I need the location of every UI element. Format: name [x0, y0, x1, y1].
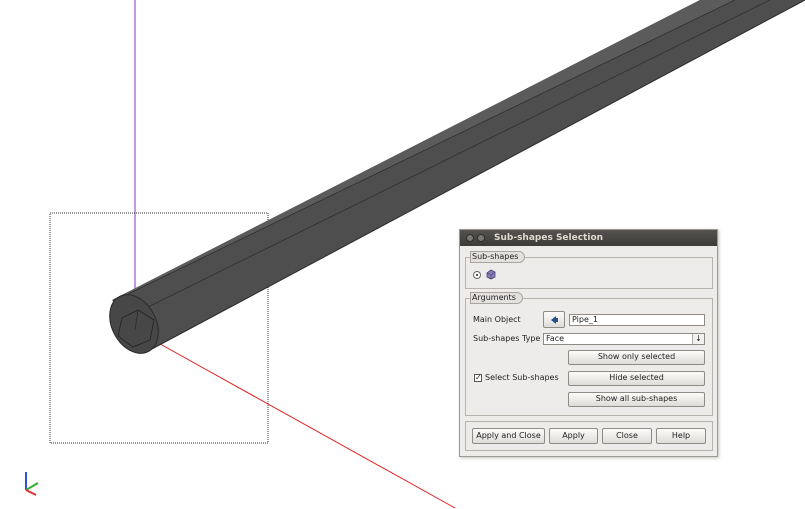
arguments-group-title: Arguments: [470, 292, 523, 304]
minimize-window-icon[interactable]: [477, 234, 485, 242]
subshapes-type-value: Face: [546, 334, 565, 343]
main-object-label: Main Object: [473, 315, 521, 324]
help-button[interactable]: Help: [656, 428, 706, 444]
show-only-selected-button[interactable]: Show only selected: [568, 350, 705, 365]
select-subshapes-checkbox[interactable]: ✓: [474, 374, 482, 382]
dialog-title: Sub-shapes Selection: [494, 233, 604, 243]
axis-trihedron-icon: [25, 472, 39, 496]
subshapes-selection-dialog: Sub-shapes Selection Sub-shapes Argument…: [459, 229, 718, 457]
x-axis-line: [134, 329, 456, 509]
subshapes-type-label: Sub-shapes Type: [473, 334, 541, 343]
dialog-titlebar[interactable]: Sub-shapes Selection: [460, 230, 717, 246]
subshapes-group-title: Sub-shapes: [470, 251, 526, 263]
apply-button[interactable]: Apply: [549, 428, 598, 444]
subshape-radio[interactable]: [473, 271, 481, 279]
arrow-select-icon: [551, 316, 558, 324]
close-button[interactable]: Close: [602, 428, 652, 444]
hide-selected-button[interactable]: Hide selected: [568, 371, 705, 386]
main-object-field[interactable]: Pipe_1: [569, 314, 705, 326]
select-subshapes-label: Select Sub-shapes: [485, 373, 559, 382]
chevron-down-icon: ↓: [692, 334, 704, 344]
solid-shape-icon: [486, 269, 496, 280]
main-object-select-button[interactable]: [543, 311, 565, 328]
close-window-icon[interactable]: [466, 234, 474, 242]
subshapes-type-select[interactable]: Face ↓: [543, 333, 705, 345]
apply-and-close-button[interactable]: Apply and Close: [472, 428, 545, 444]
show-all-subshapes-button[interactable]: Show all sub-shapes: [568, 392, 705, 407]
